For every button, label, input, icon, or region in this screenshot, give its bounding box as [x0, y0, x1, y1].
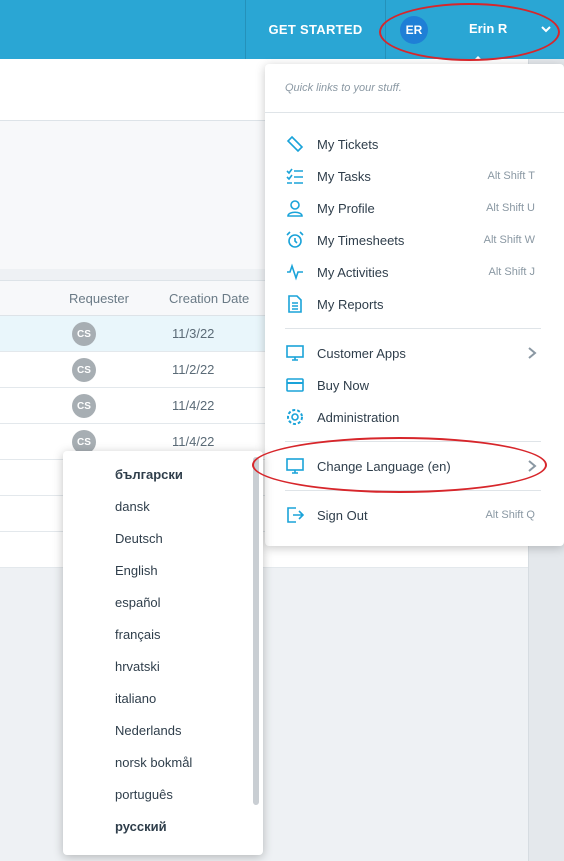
menu-item-label: My Timesheets: [317, 232, 405, 248]
menu-item-label: My Profile: [317, 200, 375, 216]
tasks-icon: [285, 166, 305, 186]
language-option[interactable]: Nederlands: [115, 723, 182, 738]
creation-date: 11/4/22: [172, 398, 215, 413]
menu-item-label: My Activities: [317, 264, 389, 280]
creation-date: 11/3/22: [172, 326, 215, 341]
top-bar: GET STARTED ER Erin R: [0, 0, 564, 59]
language-option[interactable]: français: [115, 627, 161, 642]
menu-item-my-activities[interactable]: My Activities Alt Shift J: [285, 260, 543, 284]
requester-avatar: CS: [72, 322, 96, 346]
menu-item-my-tasks[interactable]: My Tasks Alt Shift T: [285, 164, 543, 188]
column-header-requester[interactable]: Requester: [69, 291, 129, 306]
menu-item-label: Administration: [317, 409, 400, 425]
menu-item-sign-out[interactable]: Sign Out Alt Shift Q: [285, 503, 543, 527]
user-name: Erin R: [469, 21, 508, 36]
language-option[interactable]: български: [115, 467, 183, 482]
creation-date: 11/2/22: [172, 362, 215, 377]
menu-divider: [285, 328, 541, 329]
menu-item-shortcut: Alt Shift J: [488, 266, 535, 278]
language-list-scrollbar[interactable]: [253, 457, 259, 805]
sign-out-icon: [285, 505, 305, 525]
monitor-icon: [285, 343, 305, 363]
language-option[interactable]: dansk: [115, 499, 150, 514]
menu-item-shortcut: Alt Shift Q: [485, 509, 535, 521]
menu-item-shortcut: Alt Shift T: [487, 170, 535, 182]
language-option[interactable]: hrvatski: [115, 659, 160, 674]
menu-item-label: My Tasks: [317, 168, 371, 184]
requester-avatar: CS: [72, 358, 96, 382]
menu-item-label: My Tickets: [317, 136, 379, 152]
user-dropdown-menu: Quick links to your stuff. My Tickets My…: [265, 64, 564, 546]
menu-item-my-tickets[interactable]: My Tickets: [285, 132, 543, 156]
monitor-icon: [285, 456, 305, 476]
menu-divider: [285, 490, 541, 491]
menu-item-label: Sign Out: [317, 507, 368, 523]
get-started-button[interactable]: GET STARTED: [246, 0, 385, 59]
menu-item-my-profile[interactable]: My Profile Alt Shift U: [285, 196, 543, 220]
language-option[interactable]: русский: [115, 819, 167, 834]
language-option[interactable]: italiano: [115, 691, 156, 706]
chevron-right-icon: [528, 460, 537, 472]
language-option[interactable]: português: [115, 787, 173, 802]
language-option[interactable]: English: [115, 563, 158, 578]
credit-card-icon: [285, 375, 305, 395]
creation-date: 11/4/22: [172, 434, 215, 449]
gear-icon: [285, 407, 305, 427]
menu-item-label: Customer Apps: [317, 345, 406, 361]
language-option[interactable]: Deutsch: [115, 531, 163, 546]
menu-item-shortcut: Alt Shift W: [483, 234, 535, 246]
menu-item-customer-apps[interactable]: Customer Apps: [285, 341, 543, 365]
menu-divider: [265, 112, 564, 113]
menu-item-buy-now[interactable]: Buy Now: [285, 373, 543, 397]
activity-icon: [285, 262, 305, 282]
report-icon: [285, 294, 305, 314]
menu-item-change-language[interactable]: Change Language (en): [285, 454, 543, 478]
menu-item-my-timesheets[interactable]: My Timesheets Alt Shift W: [285, 228, 543, 252]
requester-avatar: CS: [72, 394, 96, 418]
language-option[interactable]: español: [115, 595, 161, 610]
menu-item-label: Buy Now: [317, 377, 370, 393]
chevron-right-icon: [528, 347, 537, 359]
menu-item-my-reports[interactable]: My Reports: [285, 292, 543, 316]
menu-item-label: Change Language (en): [317, 458, 451, 474]
alarm-clock-icon: [285, 230, 305, 250]
user-menu-toggle[interactable]: ER Erin R: [386, 0, 564, 59]
chevron-down-icon: [541, 26, 551, 33]
ticket-icon: [285, 134, 305, 154]
menu-item-shortcut: Alt Shift U: [486, 202, 535, 214]
menu-divider: [285, 441, 541, 442]
menu-caret: [470, 56, 486, 64]
language-option[interactable]: norsk bokmål: [115, 755, 192, 770]
avatar: ER: [400, 16, 428, 44]
menu-item-administration[interactable]: Administration: [285, 405, 543, 429]
column-header-creation-date[interactable]: Creation Date: [169, 291, 249, 306]
language-list: български dansk Deutsch English español …: [63, 451, 263, 855]
menu-header: Quick links to your stuff.: [285, 82, 402, 94]
profile-icon: [285, 198, 305, 218]
menu-item-label: My Reports: [317, 296, 384, 312]
